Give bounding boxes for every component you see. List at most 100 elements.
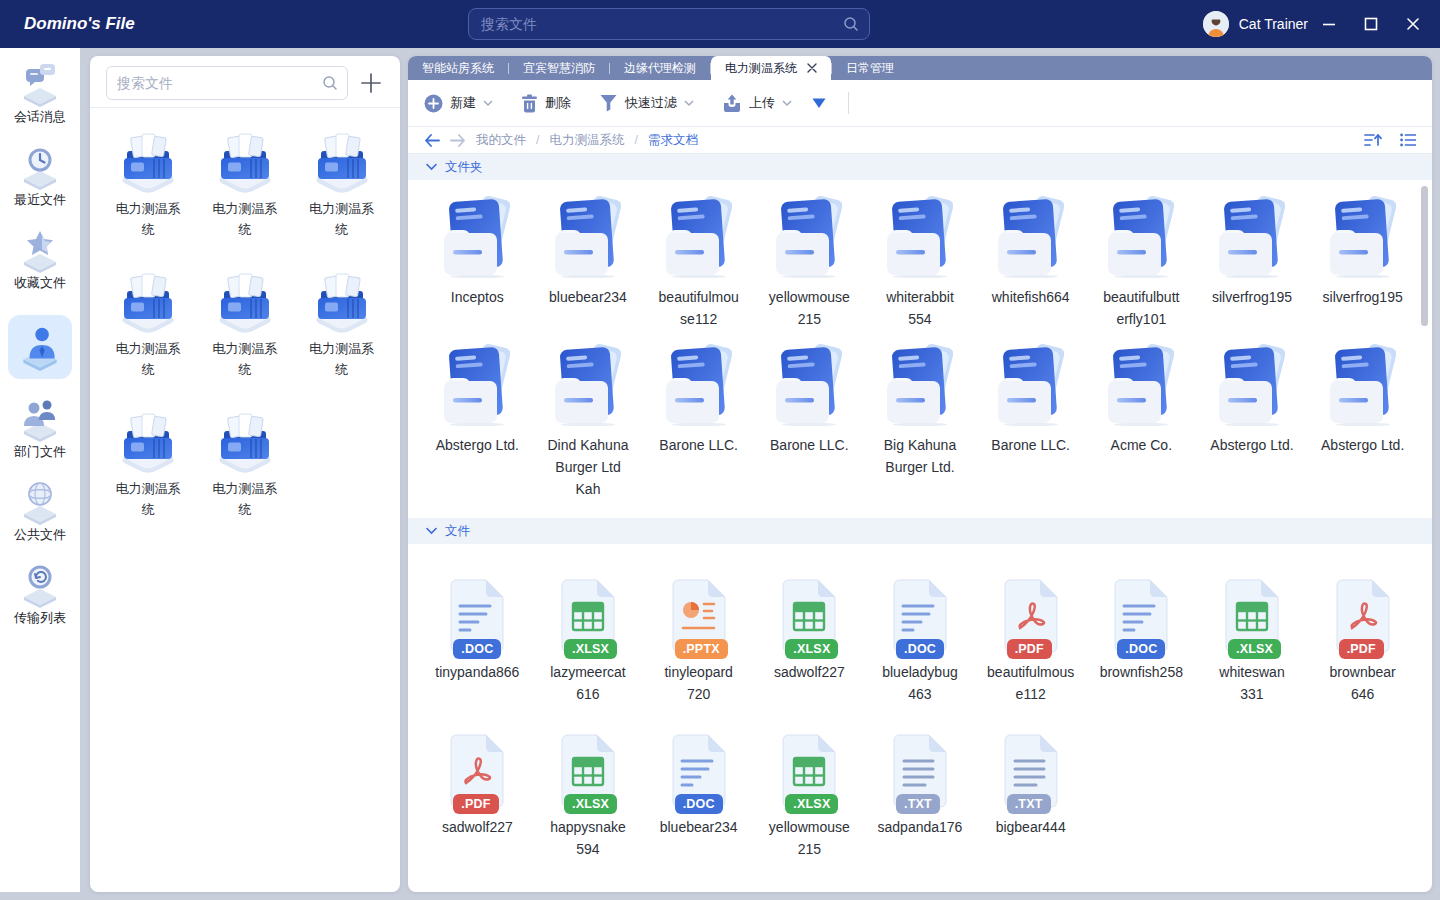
chevron-down-icon xyxy=(483,100,493,107)
file-item[interactable]: .XLSXlazymeercat​616 xyxy=(533,564,644,705)
scrollbar-thumb[interactable] xyxy=(1421,186,1428,326)
file-item[interactable]: .DOCblueladybug​463 xyxy=(865,564,976,705)
chevron-down-icon xyxy=(684,100,694,107)
quick-filter-button[interactable]: 快速过滤 xyxy=(599,94,694,112)
new-button[interactable]: 新建 xyxy=(424,94,493,113)
sort-button[interactable] xyxy=(1364,133,1382,147)
file-name: sadwolf​227 xyxy=(774,661,845,683)
project-box-icon xyxy=(310,130,374,194)
close-button[interactable] xyxy=(1404,15,1422,33)
tree-search-input[interactable] xyxy=(107,75,322,91)
folder-grid: Inceptosbluebear​234beautifulmouse​112ye… xyxy=(408,180,1432,518)
project-item[interactable]: 电力测温系统 xyxy=(210,130,280,240)
filter-icon xyxy=(599,94,618,112)
sidebar-item-star[interactable]: 收藏文件 xyxy=(4,226,76,292)
folder-item[interactable]: beautifulmouse​112 xyxy=(643,196,754,330)
file-type-badge: .XLSX xyxy=(564,639,617,659)
project-item[interactable]: 电力测温系统 xyxy=(307,130,377,240)
sidebar-item-chat[interactable]: 会话消息 xyxy=(4,60,76,126)
file-item[interactable]: .TXTbigbear​444 xyxy=(975,719,1086,860)
file-item[interactable]: .PDFbeautifulmouse​112 xyxy=(975,564,1086,705)
file-item[interactable]: .TXTsadpanda​176 xyxy=(865,719,976,860)
back-button[interactable] xyxy=(424,134,440,147)
folder-item[interactable]: Barone LLC. xyxy=(643,344,754,500)
sidebar-item-globe[interactable]: 公共文件 xyxy=(4,478,76,544)
file-type-badge: .XLSX xyxy=(785,794,838,814)
files-section-header[interactable]: 文件 xyxy=(408,518,1432,544)
folder-item[interactable]: Abstergo Ltd. xyxy=(422,344,533,500)
file-item[interactable]: .PDFsadwolf​227 xyxy=(422,719,533,860)
folder-item[interactable]: Abstergo Ltd. xyxy=(1197,344,1308,500)
file-name: happysnake​594 xyxy=(544,816,632,860)
file-item[interactable]: .DOCbluebear​234 xyxy=(643,719,754,860)
user-box[interactable]: Cat Trainer xyxy=(1203,0,1308,48)
close-tab-icon[interactable] xyxy=(807,63,817,73)
folder-icon xyxy=(998,344,1064,426)
folder-item[interactable]: Abstergo Ltd. xyxy=(1307,344,1418,500)
tree-search[interactable] xyxy=(106,66,348,100)
file-item[interactable]: .XLSXsadwolf​227 xyxy=(754,564,865,705)
view-mode-button[interactable] xyxy=(1400,133,1416,147)
sidebar-item-transfer[interactable]: 传输列表 xyxy=(4,561,76,627)
folder-item[interactable]: silverfrog​195 xyxy=(1197,196,1308,330)
file-item[interactable]: .XLSXhappysnake​594 xyxy=(533,719,644,860)
folder-item[interactable]: Inceptos xyxy=(422,196,533,330)
sidebar-item-label: 最近文件 xyxy=(14,191,66,209)
sidebar-item-user[interactable] xyxy=(8,315,72,379)
more-actions-button[interactable] xyxy=(812,98,826,109)
sidebar-item-team[interactable]: 部门文件 xyxy=(4,395,76,461)
trash-icon xyxy=(521,94,538,113)
tab-3[interactable]: 边缘代理检测 xyxy=(610,56,710,80)
folder-item[interactable]: bluebear​234 xyxy=(533,196,644,330)
topbar-search-input[interactable] xyxy=(469,16,843,32)
project-label: 电力测温系统 xyxy=(113,198,183,240)
project-item[interactable]: 电力测温系统 xyxy=(307,270,377,380)
folder-item[interactable]: Barone LLC. xyxy=(754,344,865,500)
file-item[interactable]: .XLSXwhiteswan​331 xyxy=(1197,564,1308,705)
project-item[interactable]: 电力测温系统 xyxy=(113,130,183,240)
file-item[interactable]: .PPTXtinyleopard​720 xyxy=(643,564,754,705)
project-item[interactable]: 电力测温系统 xyxy=(113,410,183,520)
folder-icon xyxy=(1219,196,1285,278)
file-icon-pptx: .PPTX xyxy=(668,576,730,656)
folder-item[interactable]: silverfrog​195 xyxy=(1307,196,1418,330)
folder-item[interactable]: Acme Co. xyxy=(1086,344,1197,500)
minimize-button[interactable] xyxy=(1320,15,1338,33)
upload-icon xyxy=(722,94,742,113)
breadcrumb-item[interactable]: 需求文档 xyxy=(648,132,698,149)
breadcrumb-item[interactable]: 我的文件 xyxy=(476,132,526,149)
file-name: sadpanda​176 xyxy=(878,816,963,838)
file-item[interactable]: .DOCtinypanda​866 xyxy=(422,564,533,705)
project-label: 电力测温系统 xyxy=(307,338,377,380)
topbar-search[interactable] xyxy=(468,8,870,40)
tab-1[interactable]: 智能站房系统 xyxy=(408,56,508,80)
folder-item[interactable]: yellowmouse​215 xyxy=(754,196,865,330)
upload-button[interactable]: 上传 xyxy=(722,94,792,113)
tab-2[interactable]: 宜宾智慧消防 xyxy=(509,56,609,80)
file-item[interactable]: .PDFbrownbear​646 xyxy=(1307,564,1418,705)
breadcrumb-item[interactable]: 电力测温系统 xyxy=(549,132,624,149)
sidebar-item-clock[interactable]: 最近文件 xyxy=(4,143,76,209)
file-icon-doc: .DOC xyxy=(668,731,730,811)
tab-4[interactable]: 电力测温系统 xyxy=(711,56,831,80)
folder-item[interactable]: Dind Kahuna Burger Ltd Kah xyxy=(533,344,644,500)
file-item[interactable]: .XLSXyellowmouse​215 xyxy=(754,719,865,860)
folder-item[interactable]: whitefish​664 xyxy=(975,196,1086,330)
tab-5[interactable]: 日常管理 xyxy=(832,56,908,80)
folders-section-header[interactable]: 文件夹 xyxy=(408,154,1432,180)
forward-button[interactable] xyxy=(450,134,466,147)
file-name: whiteswan​331 xyxy=(1208,661,1296,705)
folder-item[interactable]: whiterabbit​554 xyxy=(865,196,976,330)
project-label: 电力测温系统 xyxy=(210,338,280,380)
file-item[interactable]: .DOCbrownfish​258 xyxy=(1086,564,1197,705)
project-item[interactable]: 电力测温系统 xyxy=(210,270,280,380)
maximize-button[interactable] xyxy=(1362,15,1380,33)
project-item[interactable]: 电力测温系统 xyxy=(210,410,280,520)
delete-button[interactable]: 删除 xyxy=(521,94,571,113)
folder-item[interactable]: Barone LLC. xyxy=(975,344,1086,500)
folder-item[interactable]: beautifulbutterfly​101 xyxy=(1086,196,1197,330)
crumb-separator: / xyxy=(634,133,637,147)
add-project-button[interactable] xyxy=(358,70,384,96)
folder-item[interactable]: Big Kahuna Burger Ltd. xyxy=(865,344,976,500)
project-item[interactable]: 电力测温系统 xyxy=(113,270,183,380)
